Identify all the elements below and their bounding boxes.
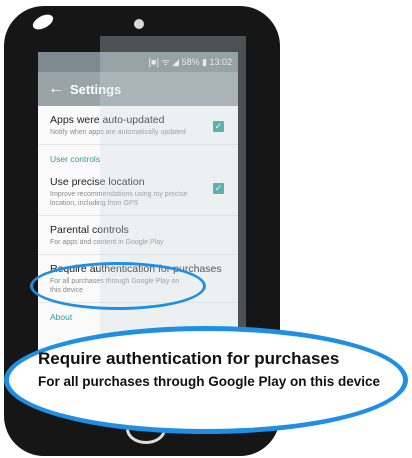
setting-subtitle: Improve recommendations using my precise…: [50, 191, 188, 207]
section-user-controls: User controls: [50, 154, 101, 164]
checkbox-checked-icon[interactable]: ✓: [213, 183, 224, 194]
callout-text: Require authentication for purchases For…: [38, 349, 398, 390]
callout-subtitle: For all purchases through Google Play on…: [38, 374, 381, 389]
highlight-oval: [30, 262, 206, 310]
callout-title: Require authentication for purchases: [38, 349, 340, 368]
back-arrow-icon[interactable]: ←: [48, 80, 70, 98]
app-bar: ← Settings: [38, 72, 238, 106]
checkbox-checked-icon[interactable]: ✓: [213, 121, 224, 132]
setting-auto-updated[interactable]: Apps were auto-updated Notify when apps …: [38, 106, 238, 145]
setting-title: Apps were auto-updated: [50, 114, 165, 126]
status-bar: [■] ᯤ ◢ 58% ▮ 13:02: [38, 52, 238, 72]
setting-subtitle: For apps and content in Google Play: [50, 239, 164, 246]
screen-glare: [30, 11, 56, 33]
setting-title: Parental controls: [50, 224, 129, 236]
page-title: Settings: [70, 81, 122, 97]
setting-subtitle: Notify when apps are automatically updat…: [50, 129, 186, 136]
setting-parental-controls[interactable]: Parental controls For apps and content i…: [38, 216, 238, 255]
setting-title: Use precise location: [50, 176, 145, 188]
front-camera: [134, 19, 144, 29]
setting-precise-location[interactable]: Use precise location Improve recommendat…: [38, 168, 238, 216]
